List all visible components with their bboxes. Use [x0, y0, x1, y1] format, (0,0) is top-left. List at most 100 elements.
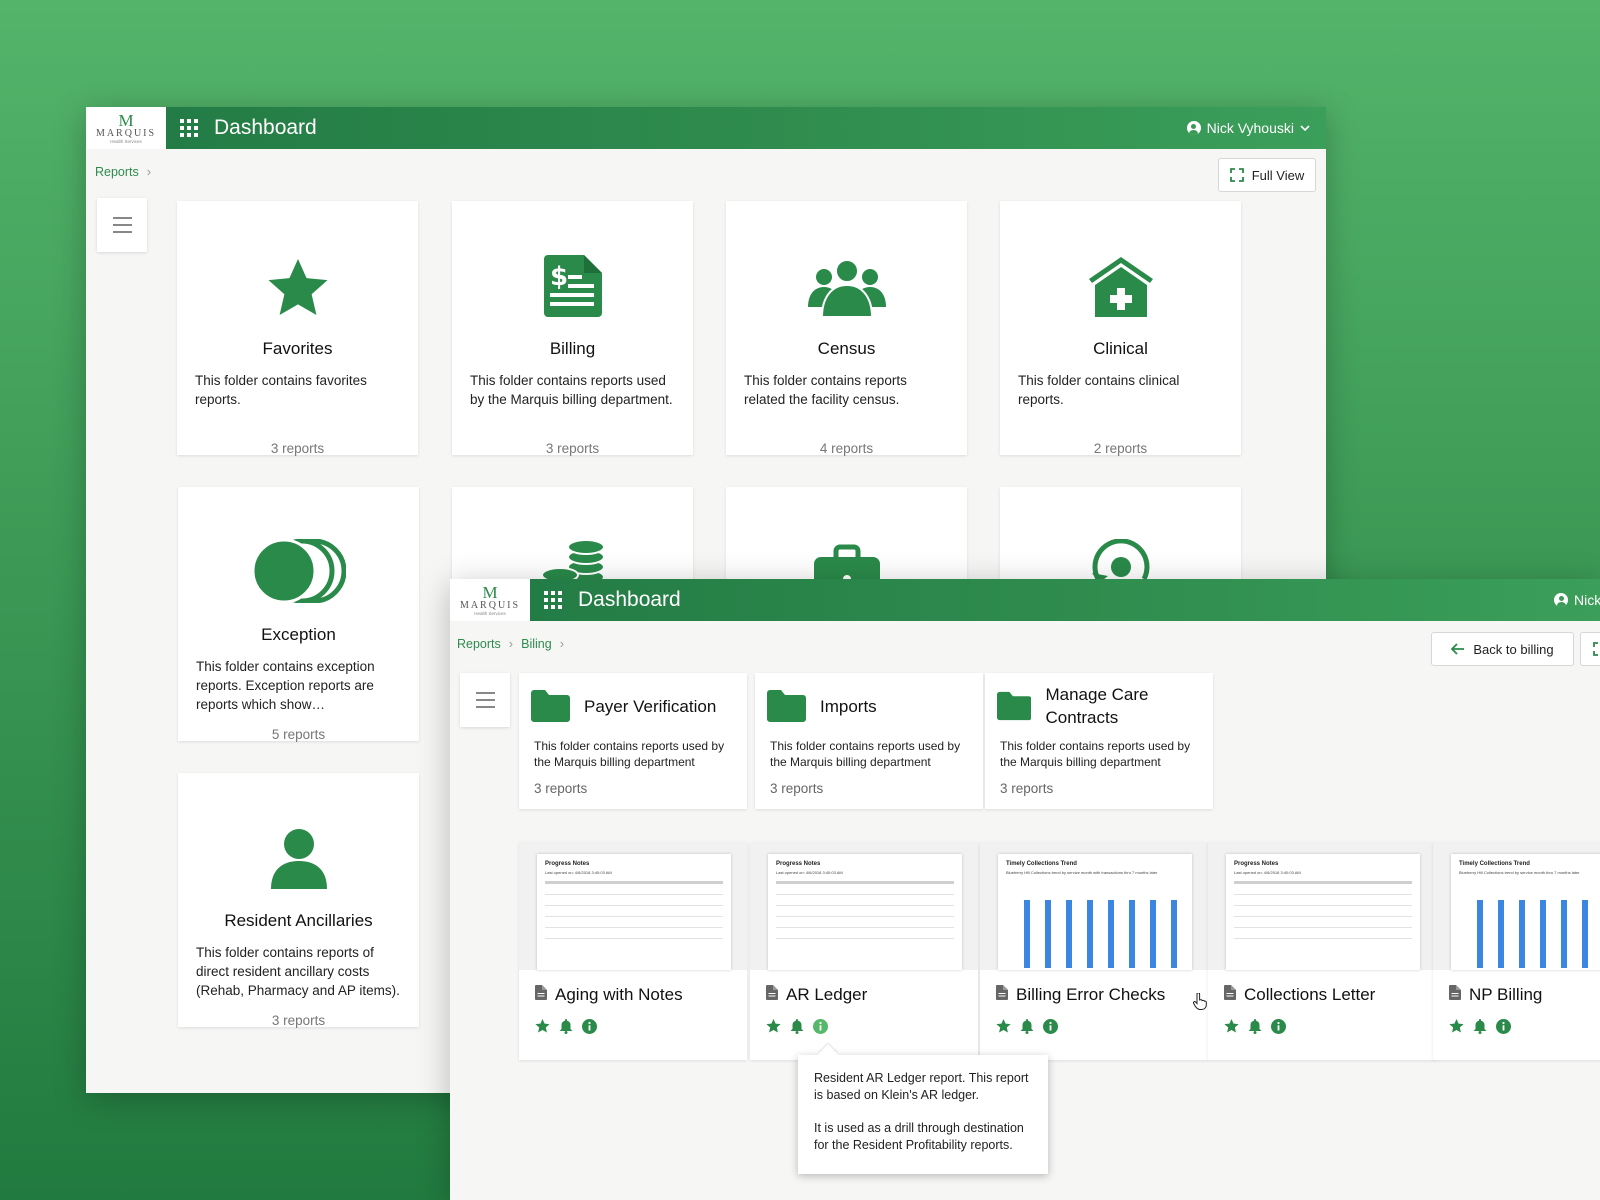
report-name-row[interactable]: Aging with Notes	[535, 985, 683, 1005]
folder-card-billing[interactable]: $ Billing This folder contains reports u…	[452, 201, 693, 456]
folder-description: This folder contains exception reports. …	[196, 659, 375, 712]
folder-count: 3 reports	[271, 1013, 326, 1028]
back-to-billing-button[interactable]: Back to billing	[1431, 632, 1574, 666]
user-avatar-icon	[1554, 593, 1568, 607]
notification-bell-icon[interactable]	[1248, 1019, 1262, 1039]
user-menu[interactable]: Nick Vyhouski	[1186, 107, 1310, 149]
folder-card-clinical[interactable]: Clinical This folder contains clinical r…	[1000, 201, 1241, 456]
info-icon[interactable]	[582, 1019, 597, 1039]
folder-title: Clinical	[1093, 339, 1148, 358]
report-name-row[interactable]: Billing Error Checks	[996, 985, 1165, 1005]
report-card[interactable]: Progress Notes Last opened on: 4/6/2018 3…	[1208, 842, 1436, 1060]
thumbnail-bar	[1476, 900, 1483, 968]
favorite-star-icon[interactable]	[535, 1019, 550, 1039]
app-title: Dashboard	[578, 588, 681, 611]
report-thumbnail[interactable]: Progress Notes Last opened on: 4/6/2018 3…	[1226, 854, 1420, 970]
subfolder-title: Imports	[820, 696, 877, 716]
hand-cursor-icon	[1193, 993, 1207, 1010]
report-actions	[1449, 1019, 1511, 1039]
breadcrumb: Reports › Biling ›	[457, 636, 564, 651]
thumbnail-subtitle: Blueberry Hill Collections trend by serv…	[1006, 870, 1158, 875]
folder-description: This folder contains reports of direct r…	[196, 945, 400, 998]
thumbnail-bar	[1170, 900, 1177, 968]
folder-card-favorites[interactable]: Favorites This folder contains favorites…	[177, 201, 418, 456]
document-icon	[535, 985, 547, 1005]
folder-count: 2 reports	[1093, 441, 1148, 456]
subfolder-card-payer-verification[interactable]: Payer Verification This folder contains …	[519, 673, 747, 809]
full-view-button[interactable]: Full View	[1218, 158, 1316, 192]
report-card[interactable]: Timely Collections Trend Blueberry Hill C…	[980, 842, 1208, 1060]
notification-bell-icon[interactable]	[1473, 1019, 1487, 1039]
folder-card-census[interactable]: Census This folder contains reports rela…	[726, 201, 967, 456]
report-thumbnail[interactable]: Progress Notes Last opened on: 4/6/2018 3…	[768, 854, 962, 970]
thumbnail-rows	[1234, 881, 1412, 939]
folder-card-exception[interactable]: Exception This folder contains exception…	[178, 487, 419, 742]
report-actions	[766, 1019, 828, 1039]
top-bar: M MARQUIS Health Services Dashboard Nick	[450, 579, 1600, 621]
marquis-logo[interactable]: M MARQUIS Health Services	[86, 107, 166, 149]
logo-name: MARQUIS	[95, 127, 157, 139]
logo-mark: M	[118, 110, 134, 130]
tooltip-line-2: It is used as a drill through destinatio…	[814, 1121, 1024, 1152]
folder-card-resident-ancillaries[interactable]: Resident Ancillaries This folder contain…	[178, 773, 419, 1028]
folder-title: Census	[817, 339, 876, 358]
thumbnail-title: Progress Notes	[545, 861, 590, 867]
thumbnail-title: Timely Collections Trend	[1006, 861, 1077, 867]
menu-toggle-button[interactable]	[460, 673, 510, 727]
top-bar: M MARQUIS Health Services Dashboard Nick…	[86, 107, 1326, 149]
favorite-star-icon[interactable]	[1449, 1019, 1464, 1039]
favorite-star-icon[interactable]	[996, 1019, 1011, 1039]
favorite-star-icon[interactable]	[1224, 1019, 1239, 1039]
thumbnail-bar	[1086, 900, 1093, 968]
thumbnail-bar	[1128, 900, 1135, 968]
tooltip-line-1: Resident AR Ledger report. This report i…	[814, 1071, 1029, 1102]
apps-grid-icon[interactable]	[544, 591, 562, 609]
thumbnail-bar	[1581, 900, 1588, 968]
info-icon[interactable]	[813, 1019, 828, 1039]
document-icon	[1224, 985, 1236, 1005]
arrow-left-icon	[1451, 643, 1465, 655]
breadcrumb-reports[interactable]: Reports	[457, 637, 501, 651]
folder-icon	[767, 690, 806, 722]
thumbnail-bars	[1469, 898, 1600, 968]
folder-description: This folder contains favorites reports.	[195, 373, 367, 407]
chevron-right-icon: ›	[146, 164, 152, 179]
apps-grid-icon[interactable]	[180, 119, 198, 137]
report-actions	[996, 1019, 1058, 1039]
breadcrumb-billing[interactable]: Biling	[521, 637, 552, 651]
report-name-row[interactable]: NP Billing	[1449, 985, 1542, 1005]
report-card[interactable]: Progress Notes Last opened on: 4/6/2018 3…	[519, 842, 747, 1060]
menu-toggle-button[interactable]	[97, 198, 147, 252]
report-card[interactable]: Timely Collections Trend Blueberry Hill C…	[1433, 842, 1600, 1060]
favorite-star-icon[interactable]	[766, 1019, 781, 1039]
report-thumbnail[interactable]: Timely Collections Trend Blueberry Hill C…	[998, 854, 1192, 970]
report-name: NP Billing	[1469, 985, 1543, 1004]
report-thumbnail[interactable]: Timely Collections Trend Blueberry Hill C…	[1451, 854, 1600, 970]
report-thumbnail[interactable]: Progress Notes Last opened on: 4/6/2018 3…	[537, 854, 731, 970]
folder-count: 3 reports	[545, 441, 600, 456]
subfolder-count: 3 reports	[770, 781, 824, 796]
thumbnail-subtitle: Last opened on: 4/6/2018 3:40:03 AM	[776, 870, 843, 875]
report-card[interactable]: Progress Notes Last opened on: 4/6/2018 3…	[750, 842, 978, 1060]
breadcrumb-reports[interactable]: Reports	[95, 165, 139, 179]
info-icon[interactable]	[1043, 1019, 1058, 1039]
thumbnail-subtitle: Last opened on: 4/6/2018 3:40:03 AM	[1234, 870, 1301, 875]
user-menu[interactable]: Nick	[1554, 579, 1600, 621]
subfolder-description: This folder contains reports used by the…	[770, 739, 961, 769]
notification-bell-icon[interactable]	[1020, 1019, 1034, 1039]
thumbnail-bar	[1107, 900, 1114, 968]
full-view-button[interactable]	[1580, 632, 1600, 666]
report-name-row[interactable]: Collections Letter	[1224, 985, 1375, 1005]
notification-bell-icon[interactable]	[790, 1019, 804, 1039]
notification-bell-icon[interactable]	[559, 1019, 573, 1039]
thumbnail-subtitle: Last opened on: 4/6/2018 3:40:03 AM	[545, 870, 612, 875]
info-icon[interactable]	[1496, 1019, 1511, 1039]
person-icon	[196, 799, 401, 889]
logo-name: MARQUIS	[459, 599, 521, 611]
info-icon[interactable]	[1271, 1019, 1286, 1039]
thumbnail-rows	[545, 881, 723, 939]
report-name-row[interactable]: AR Ledger	[766, 985, 867, 1005]
subfolder-card-manage-care-contracts[interactable]: Manage Care Contracts This folder contai…	[985, 673, 1213, 809]
marquis-logo[interactable]: M MARQUIS Health Services	[450, 579, 530, 621]
subfolder-card-imports[interactable]: Imports This folder contains reports use…	[755, 673, 983, 809]
